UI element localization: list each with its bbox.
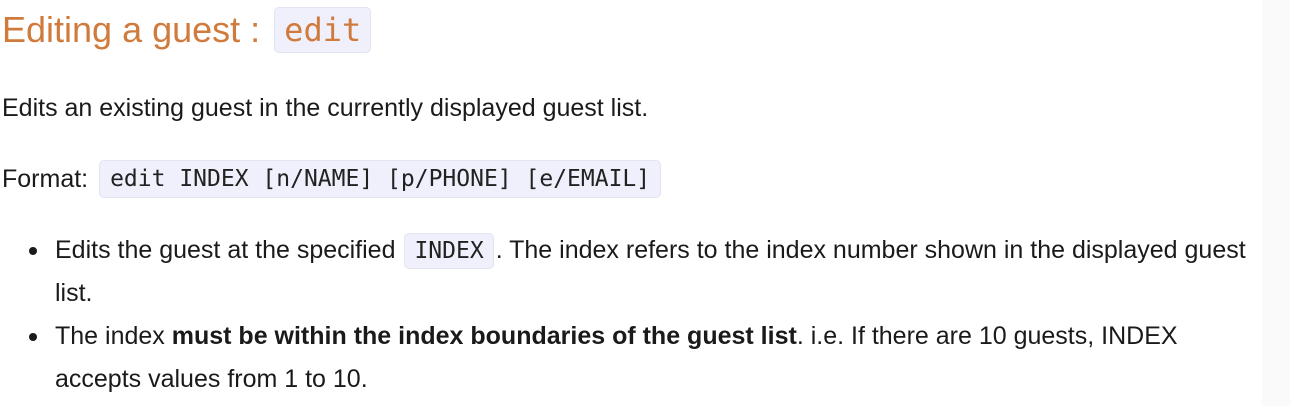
bullet-1-index-code: INDEX bbox=[404, 233, 494, 269]
document-page: Editing a guest : edit Edits an existing… bbox=[0, 0, 1262, 406]
heading-text: Editing a guest : bbox=[2, 9, 271, 50]
details-list: Edits the guest at the specified INDEX. … bbox=[0, 229, 1250, 401]
format-syntax-code: edit INDEX [n/NAME] [p/PHONE] [e/EMAIL] bbox=[99, 160, 662, 198]
list-item: The index must be within the index bound… bbox=[29, 315, 1250, 401]
format-line: Format: edit INDEX [n/NAME] [p/PHONE] [e… bbox=[2, 157, 662, 201]
bullet-2-text-start: The index bbox=[55, 322, 172, 350]
bullet-1-text-start: Edits the guest at the specified bbox=[55, 236, 403, 264]
page-gutter bbox=[1262, 0, 1290, 406]
list-item: Edits the guest at the specified INDEX. … bbox=[29, 229, 1250, 315]
heading-command-code: edit bbox=[274, 7, 372, 53]
bullet-2-bold-text: must be within the index boundaries of t… bbox=[171, 322, 797, 350]
section-heading: Editing a guest : edit bbox=[2, 4, 372, 56]
format-label: Format: bbox=[2, 165, 96, 193]
section-description: Edits an existing guest in the currently… bbox=[2, 94, 649, 122]
